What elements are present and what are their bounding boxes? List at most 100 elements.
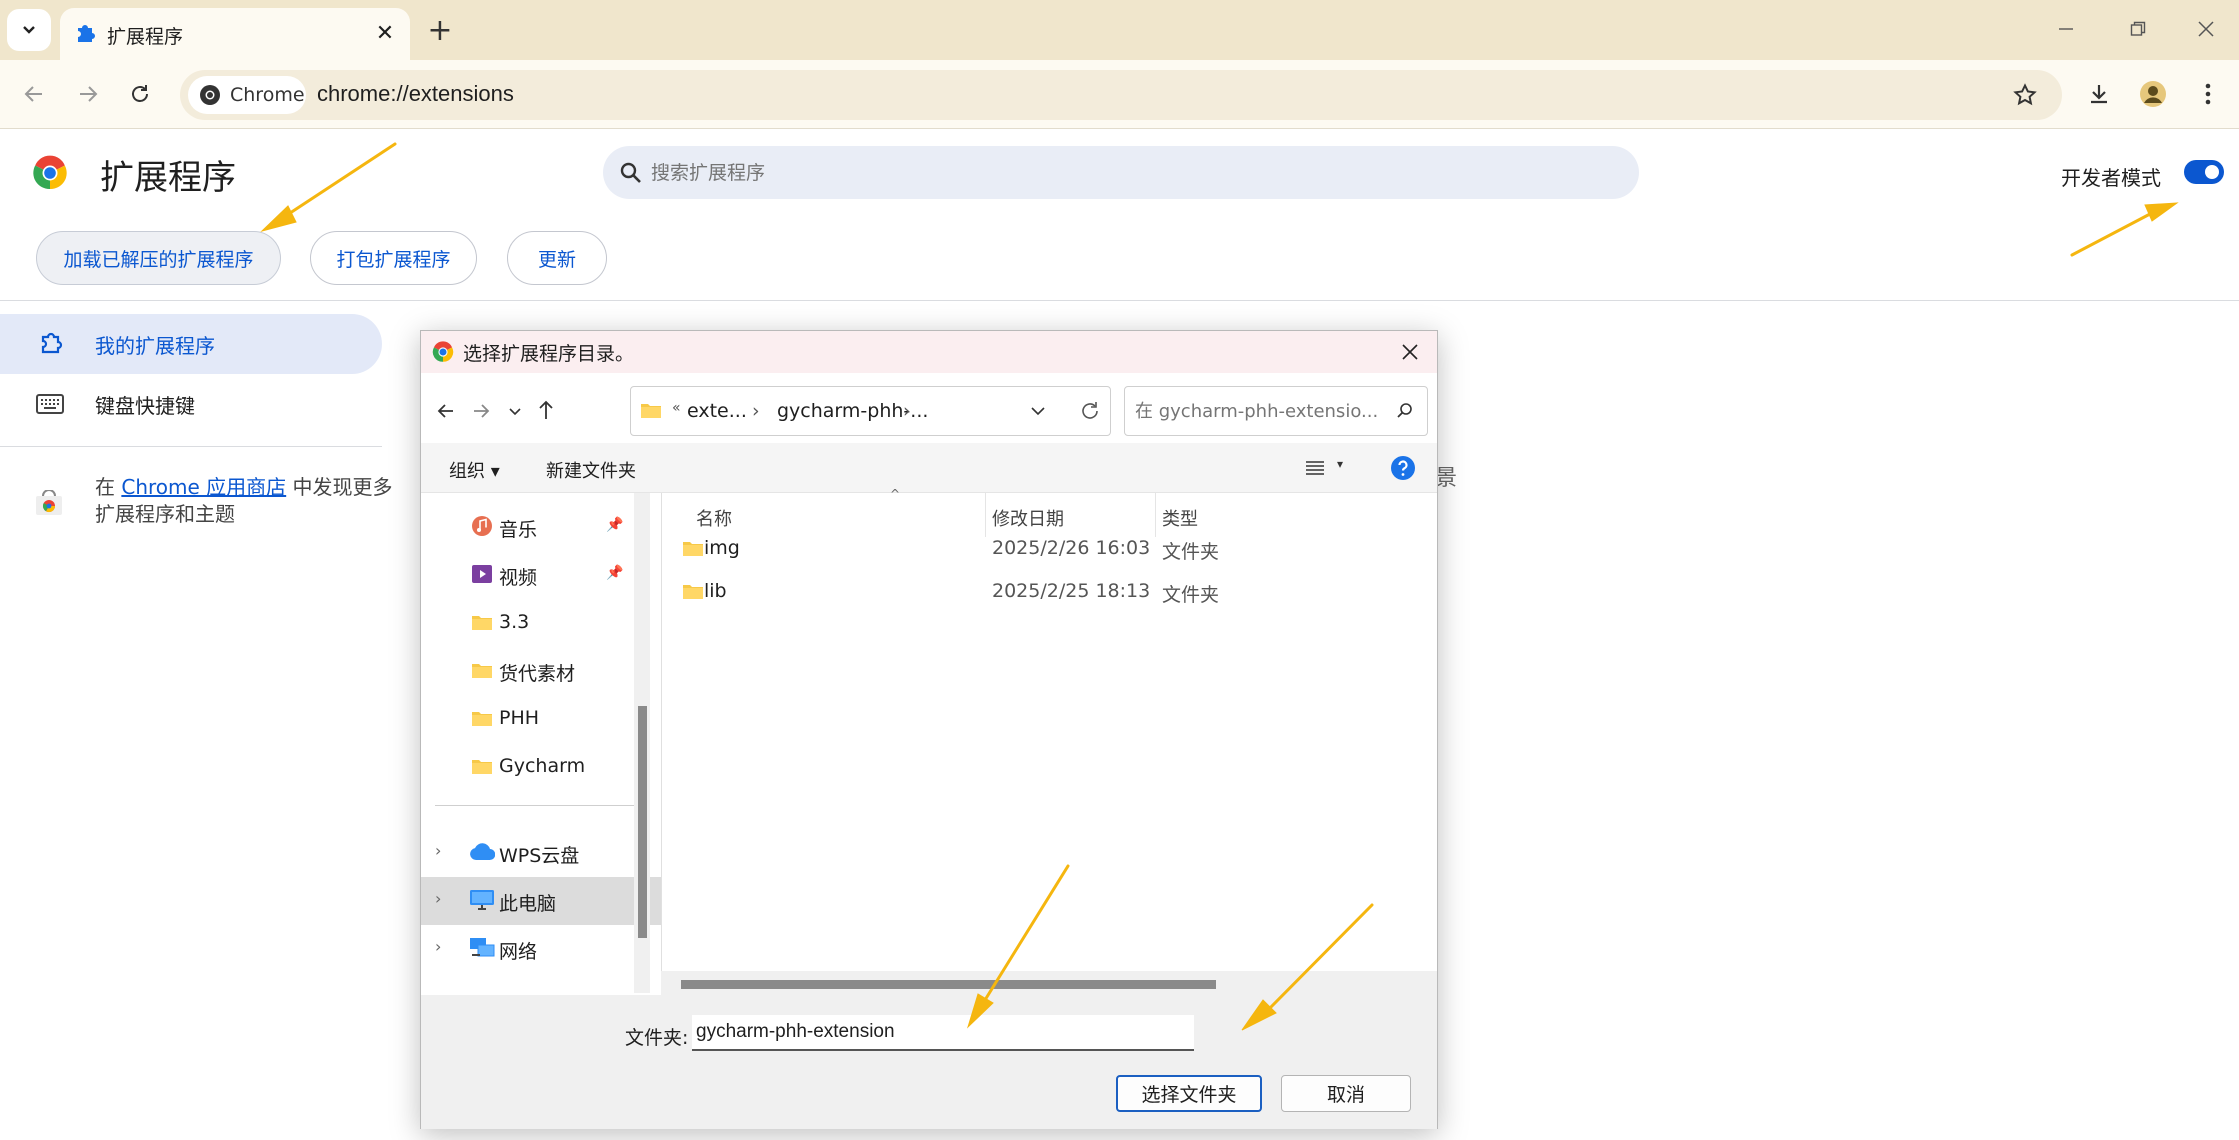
dev-mode-toggle[interactable] (2184, 160, 2224, 184)
search-icon (620, 162, 641, 183)
address-bar[interactable]: « exte... › gycharm-phh-... › (630, 386, 1111, 436)
pin-icon: 📌 (606, 517, 624, 533)
tab-close-icon[interactable]: ✕ (370, 18, 400, 48)
back-button[interactable] (12, 72, 56, 116)
folder-icon (641, 404, 661, 418)
web-store-icon (36, 490, 62, 515)
folder-icon (683, 542, 703, 556)
file-row[interactable]: lib 2025/2/25 18:13 文件夹 (682, 571, 1442, 611)
breadcrumb-separator[interactable]: › (752, 400, 760, 422)
expand-chevron-icon[interactable]: › (435, 937, 441, 956)
organize-menu[interactable]: 组织 ▾ (449, 457, 500, 483)
sidebar-item-keyboard-shortcuts[interactable]: 键盘快捷键 (0, 374, 382, 434)
pack-extension-button[interactable]: 打包扩展程序 (310, 231, 477, 285)
puzzle-icon (78, 25, 95, 42)
breadcrumb-separator[interactable]: › (903, 400, 911, 422)
chrome-logo-icon (200, 85, 220, 105)
folder-icon (472, 664, 492, 678)
web-store-link[interactable]: Chrome 应用商店 (121, 475, 286, 499)
annotation-arrow (2070, 202, 2179, 257)
nav-item-folder[interactable]: Gycharm (421, 743, 661, 791)
url-text[interactable]: chrome://extensions (317, 81, 514, 107)
view-dropdown-caret[interactable]: ▾ (1337, 457, 1343, 471)
new-tab-button[interactable]: + (420, 10, 460, 50)
folder-icon (472, 712, 492, 726)
restore-button[interactable] (2108, 8, 2168, 50)
dialog-footer: 文件夹: 选择文件夹 取消 (421, 995, 1437, 1129)
nav-item-this-pc[interactable]: › 此电脑 (421, 877, 661, 925)
omnibox[interactable]: Chrome chrome://extensions (180, 70, 2062, 120)
minimize-button[interactable] (2036, 8, 2096, 50)
chrome-logo-icon (432, 341, 454, 362)
nav-item-music[interactable]: 音乐 📌 (421, 503, 661, 551)
update-button[interactable]: 更新 (507, 231, 607, 285)
chevron-down-icon (23, 26, 35, 34)
search-input[interactable] (651, 146, 1551, 199)
tab-search-button[interactable] (7, 9, 51, 51)
chevron-down-icon[interactable] (1029, 402, 1047, 420)
music-icon (472, 516, 492, 536)
cloud-icon (470, 843, 495, 861)
background-text-fragment: 景 (1435, 466, 1458, 491)
folder-search-box[interactable] (1124, 386, 1428, 436)
download-button[interactable] (2077, 72, 2121, 116)
expand-chevron-icon[interactable]: › (435, 889, 441, 908)
nav-item-wps-cloud[interactable]: › WPS云盘 (421, 829, 661, 877)
nav-scrollbar-thumb[interactable] (638, 706, 647, 938)
file-modified: 2025/2/26 16:03 (992, 537, 1151, 559)
toggle-knob (2205, 165, 2219, 179)
reload-button[interactable] (118, 72, 162, 116)
command-bar: 组织 ▾ 新建文件夹 ▾ (421, 443, 1437, 493)
load-unpacked-button[interactable]: 加载已解压的扩展程序 (36, 231, 281, 285)
folder-label: 文件夹: (625, 1027, 689, 1049)
close-window-button[interactable] (2176, 8, 2236, 50)
tab-extensions[interactable]: 扩展程序 ✕ (60, 8, 410, 62)
store-prefix: 在 (95, 475, 122, 499)
nav-divider (435, 805, 635, 806)
nav-item-folder[interactable]: 货代素材 (421, 647, 661, 695)
chevron-down-icon[interactable] (507, 403, 523, 419)
cancel-button[interactable]: 取消 (1281, 1075, 1411, 1112)
dialog-close-button[interactable] (1386, 333, 1434, 371)
sidebar-divider (0, 446, 382, 447)
forward-button[interactable] (66, 72, 110, 116)
extensions-search[interactable] (603, 146, 1639, 199)
folder-name-input[interactable] (692, 1015, 1194, 1051)
nav-item-label: Gycharm (499, 755, 586, 777)
web-store-promo: 在 Chrome 应用商店 中发现更多扩展程序和主题 (95, 474, 395, 528)
view-list-icon[interactable] (1305, 459, 1327, 477)
nav-item-folder[interactable]: PHH (421, 695, 661, 743)
new-folder-button[interactable]: 新建文件夹 (546, 457, 636, 483)
refresh-icon[interactable] (1079, 400, 1101, 422)
folder-search-input[interactable] (1135, 387, 1385, 435)
page-title: 扩展程序 (100, 158, 236, 198)
site-chip[interactable]: Chrome (188, 76, 306, 114)
star-icon[interactable] (2013, 83, 2037, 107)
file-name: img (704, 537, 740, 559)
list-scrollbar-track[interactable] (661, 971, 1437, 995)
up-arrow-icon[interactable] (536, 399, 556, 421)
nav-item-label: 货代素材 (499, 663, 576, 685)
help-icon[interactable] (1390, 455, 1416, 481)
breadcrumb-item[interactable]: exte... (687, 400, 747, 422)
file-row[interactable]: img 2025/2/26 16:03 文件夹 (682, 528, 1442, 568)
reload-icon (132, 85, 148, 102)
nav-item-folder[interactable]: 3.3 (421, 599, 661, 647)
nav-item-network[interactable]: › 网络 (421, 925, 661, 973)
expand-chevron-icon[interactable]: › (435, 841, 441, 860)
menu-button[interactable] (2186, 72, 2230, 116)
back-arrow-icon[interactable] (436, 401, 456, 421)
forward-arrow-icon[interactable] (471, 401, 491, 421)
select-folder-button[interactable]: 选择文件夹 (1116, 1075, 1262, 1112)
list-scrollbar-thumb[interactable] (681, 980, 1216, 989)
navigation-pane: 音乐 📌 视频 📌 3.3 货代素材 PHH Gycharm › WPS云盘 ›… (421, 493, 661, 993)
select-folder-dialog: 选择扩展程序目录。 « exte... › gycharm-phh-... › … (420, 330, 1438, 1129)
nav-item-label: PHH (499, 707, 540, 729)
sidebar-item-my-extensions[interactable]: 我的扩展程序 (0, 314, 382, 374)
restore-icon (2130, 21, 2146, 36)
breadcrumb-overflow[interactable]: « (672, 400, 681, 416)
profile-button[interactable] (2131, 72, 2175, 116)
avatar-icon (2140, 81, 2166, 107)
nav-item-video[interactable]: 视频 📌 (421, 551, 661, 599)
nav-item-label: 视频 (499, 567, 538, 589)
